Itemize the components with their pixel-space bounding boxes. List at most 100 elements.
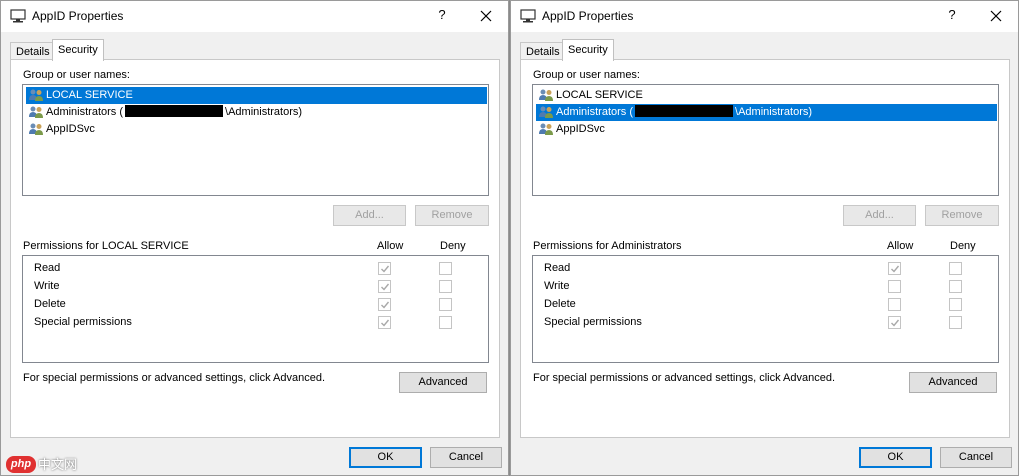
advanced-note: For special permissions or advanced sett…: [23, 372, 326, 384]
permission-row: Read: [23, 260, 488, 278]
permission-name: Write: [34, 280, 60, 292]
window-title: AppID Properties: [542, 9, 634, 23]
user-list[interactable]: LOCAL SERVICE Administrators ( \Administr…: [532, 84, 999, 196]
ok-button[interactable]: OK: [349, 447, 422, 468]
redacted-block: [635, 105, 734, 117]
allow-checkbox[interactable]: [378, 280, 391, 293]
group-user-label: Group or user names:: [23, 69, 130, 81]
deny-checkbox[interactable]: [949, 298, 962, 311]
permission-name: Read: [34, 262, 61, 274]
deny-checkbox[interactable]: [949, 316, 962, 329]
remove-button[interactable]: Remove: [415, 205, 489, 226]
appid-properties-dialog-right: AppID Properties ? Details Security Grou…: [510, 0, 1019, 476]
deny-checkbox[interactable]: [439, 262, 452, 275]
permission-row: Special permissions: [533, 314, 998, 332]
permission-name: Read: [544, 262, 571, 274]
list-item-administrators[interactable]: Administrators ( \Administrators): [536, 104, 997, 121]
users-group-icon: [539, 106, 553, 118]
add-button[interactable]: Add...: [333, 205, 406, 226]
appid-properties-dialog-left: AppID Properties ? Details Security Grou…: [0, 0, 509, 476]
php-watermark: php 中文网: [6, 456, 84, 474]
watermark-text: 中文网: [38, 457, 78, 472]
allow-checkbox[interactable]: [378, 298, 391, 311]
allow-checkbox[interactable]: [378, 316, 391, 329]
permission-row: Special permissions: [23, 314, 488, 332]
permission-name: Delete: [544, 298, 576, 310]
ok-button[interactable]: OK: [859, 447, 932, 468]
allow-column-header: Allow: [887, 240, 914, 252]
permission-name: Delete: [34, 298, 66, 310]
allow-checkbox[interactable]: [888, 298, 901, 311]
help-button[interactable]: ?: [435, 7, 449, 22]
deny-column-header: Deny: [950, 240, 976, 252]
remove-button[interactable]: Remove: [925, 205, 999, 226]
user-name: LOCAL SERVICE: [46, 89, 133, 101]
allow-checkbox[interactable]: [378, 262, 391, 275]
user-name: AppIDSvc: [46, 123, 95, 135]
user-name: Administrators ( \Administrators): [46, 104, 302, 121]
computer-icon: [520, 9, 536, 23]
permission-row: Delete: [533, 296, 998, 314]
user-list[interactable]: LOCAL SERVICE Administrators ( \Administr…: [22, 84, 489, 196]
user-name: Administrators ( \Administrators): [556, 104, 812, 121]
allow-column-header: Allow: [377, 240, 404, 252]
list-item-appidsvc[interactable]: AppIDSvc: [536, 121, 997, 138]
permission-row: Read: [533, 260, 998, 278]
deny-checkbox[interactable]: [439, 298, 452, 311]
deny-checkbox[interactable]: [949, 262, 962, 275]
title-bar[interactable]: AppID Properties ?: [1, 1, 508, 32]
list-item-appidsvc[interactable]: AppIDSvc: [26, 121, 487, 138]
permission-name: Special permissions: [34, 316, 132, 328]
allow-checkbox[interactable]: [888, 316, 901, 329]
computer-icon: [10, 9, 26, 23]
list-item-local-service[interactable]: LOCAL SERVICE: [536, 87, 997, 104]
users-group-icon: [539, 123, 553, 135]
deny-column-header: Deny: [440, 240, 466, 252]
cancel-button[interactable]: Cancel: [430, 447, 502, 468]
close-icon[interactable]: [985, 7, 1007, 27]
add-button[interactable]: Add...: [843, 205, 916, 226]
permissions-list: Read Write Delete Special permissions: [532, 255, 999, 363]
users-group-icon: [29, 123, 43, 135]
permission-row: Write: [533, 278, 998, 296]
allow-checkbox[interactable]: [888, 262, 901, 275]
user-name: LOCAL SERVICE: [556, 89, 643, 101]
advanced-button[interactable]: Advanced: [399, 372, 487, 393]
deny-checkbox[interactable]: [949, 280, 962, 293]
allow-checkbox[interactable]: [888, 280, 901, 293]
cancel-button[interactable]: Cancel: [940, 447, 1012, 468]
advanced-note: For special permissions or advanced sett…: [533, 372, 836, 384]
permission-row: Write: [23, 278, 488, 296]
tab-security[interactable]: Security: [52, 39, 104, 61]
watermark-badge: php: [6, 456, 36, 473]
users-group-icon: [539, 89, 553, 101]
permission-name: Special permissions: [544, 316, 642, 328]
permission-row: Delete: [23, 296, 488, 314]
users-group-icon: [29, 89, 43, 101]
user-name-suffix: \Administrators): [225, 106, 303, 118]
users-group-icon: [29, 106, 43, 118]
deny-checkbox[interactable]: [439, 280, 452, 293]
user-name-prefix: Administrators (: [46, 106, 124, 118]
tab-security[interactable]: Security: [562, 39, 614, 61]
window-title: AppID Properties: [32, 9, 124, 23]
list-item-local-service[interactable]: LOCAL SERVICE: [26, 87, 487, 104]
permissions-label: Permissions for LOCAL SERVICE: [23, 240, 189, 252]
user-name-suffix: \Administrators): [735, 106, 813, 118]
permission-name: Write: [544, 280, 570, 292]
user-name-prefix: Administrators (: [556, 106, 634, 118]
deny-checkbox[interactable]: [439, 316, 452, 329]
title-bar[interactable]: AppID Properties ?: [511, 1, 1018, 32]
group-user-label: Group or user names:: [533, 69, 640, 81]
list-item-administrators[interactable]: Administrators ( \Administrators): [26, 104, 487, 121]
tab-details[interactable]: Details: [10, 42, 56, 60]
security-panel: Group or user names: LOCAL SERVICE Admin…: [10, 59, 500, 438]
permissions-list: Read Write Delete Special permissions: [22, 255, 489, 363]
help-button[interactable]: ?: [945, 7, 959, 22]
redacted-block: [125, 105, 224, 117]
permissions-label: Permissions for Administrators: [533, 240, 682, 252]
close-icon[interactable]: [475, 7, 497, 27]
tab-details[interactable]: Details: [520, 42, 566, 60]
advanced-button[interactable]: Advanced: [909, 372, 997, 393]
user-name: AppIDSvc: [556, 123, 605, 135]
